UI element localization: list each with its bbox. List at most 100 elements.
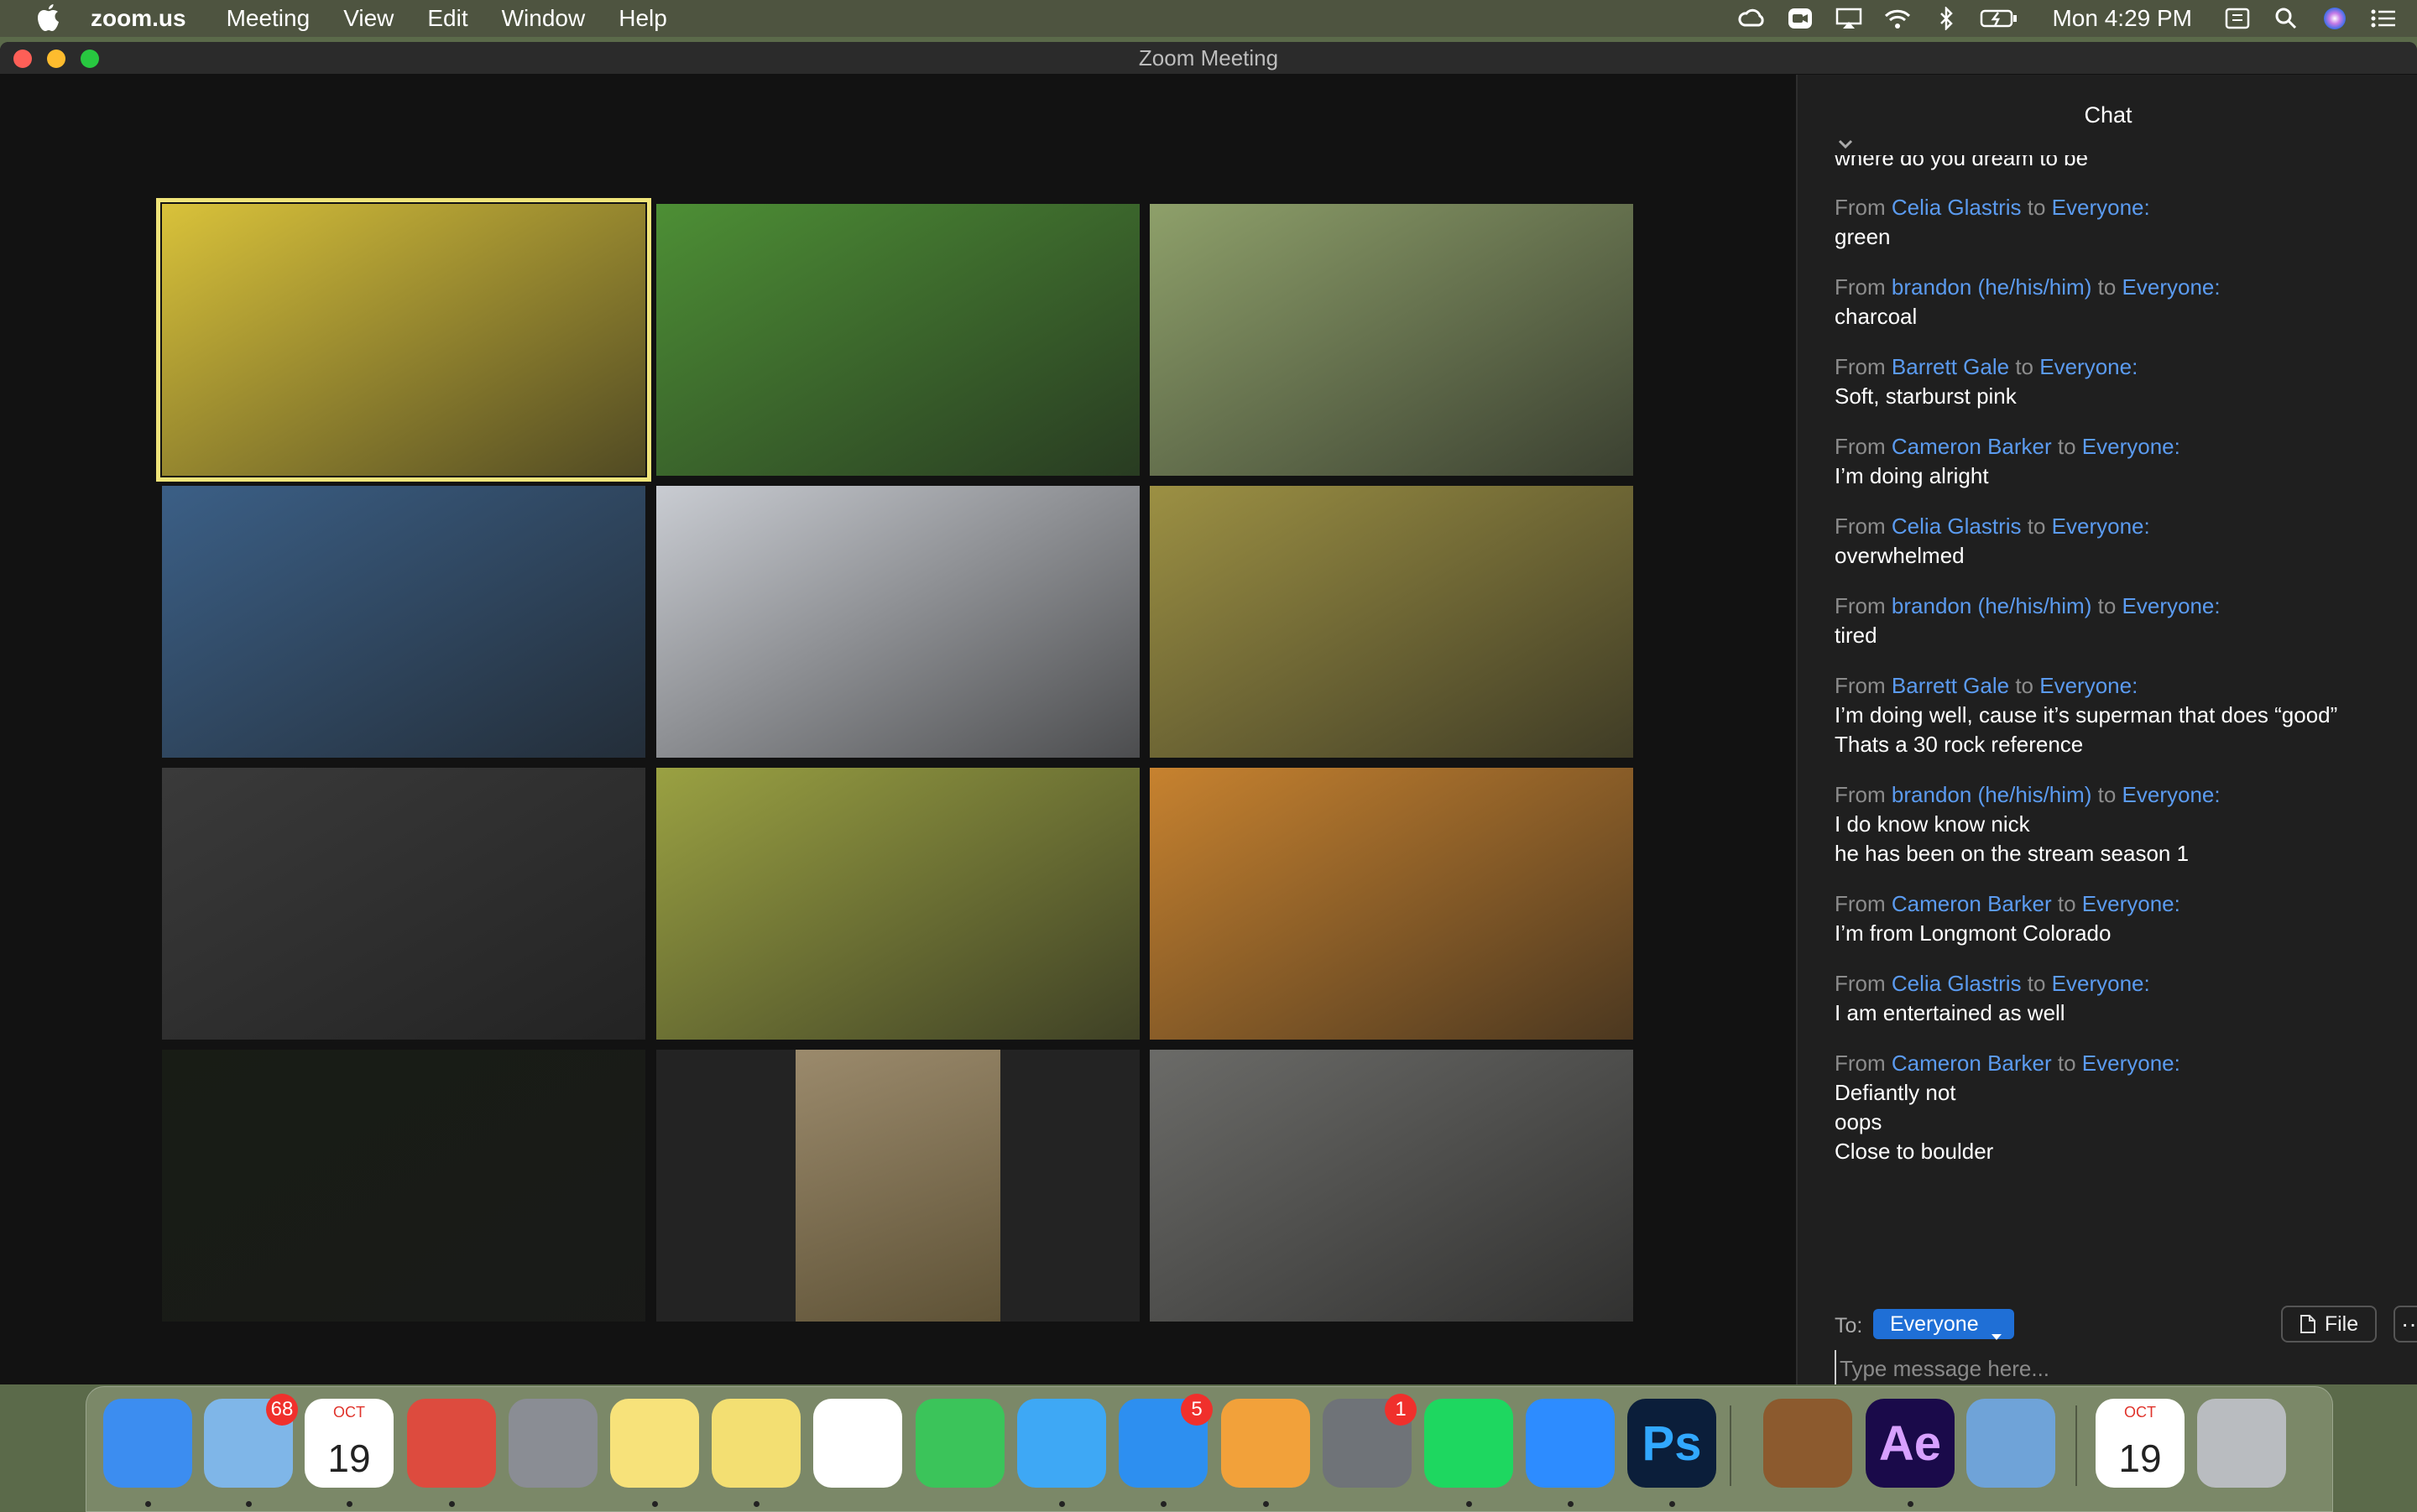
minimize-window-button[interactable] [47,50,65,68]
sender-name[interactable]: Barrett Gale [1892,673,2009,698]
preview-dock-icon[interactable] [1966,1399,2055,1488]
sender-name[interactable]: Celia Glastris [1892,514,2022,539]
sender-name[interactable]: brandon (he/his/him) [1892,274,2091,300]
chat-message: From Barrett Gale to Everyone: I’m doing … [1835,670,2405,759]
airplay-icon[interactable] [1834,6,1864,31]
chat-message-list[interactable]: where do you dream to be From Celia Glas… [1835,155,2405,1305]
message-text: Defiantly not [1835,1080,1956,1105]
from-label: From [1835,1051,1886,1076]
messages-dock-icon[interactable] [1017,1399,1106,1488]
message-text: I’m doing alright [1835,463,1989,488]
dock-icon-label: Ps [1642,1416,1702,1471]
message-header: From Cameron Barker to Everyone: [1835,889,2405,919]
system-preferences-dock-icon[interactable]: 1 [1323,1394,1417,1488]
video-tile[interactable] [162,768,645,1040]
notes-dock-icon[interactable] [610,1399,699,1488]
chat-message-input[interactable] [1835,1350,2395,1384]
photoshop-dock-icon[interactable]: Ps [1627,1399,1716,1488]
video-tile[interactable] [656,1050,1140,1322]
menubar-clock[interactable]: Mon 4:29 PM [2052,5,2192,32]
spotify-dock-icon[interactable] [1424,1399,1513,1488]
chat-message: From Barrett Gale to Everyone: Soft, star… [1835,352,2405,411]
to-word: to [2027,971,2046,996]
sender-name[interactable]: Celia Glastris [1892,971,2022,996]
chat-message: From Celia Glastris to Everyone: overwhel… [1835,511,2405,571]
zoom-dock-icon[interactable] [1526,1399,1615,1488]
video-tile[interactable] [162,486,645,758]
recipient-dropdown[interactable]: Everyone [1873,1309,2014,1340]
video-tile[interactable] [1150,1050,1633,1322]
reminders-dock-icon[interactable] [813,1399,902,1488]
calendar-doc-dock-icon[interactable]: 19 OCT [2096,1399,2185,1488]
video-tile[interactable] [1150,204,1633,476]
running-indicator [1161,1501,1167,1507]
chat-message: From Cameron Barker to Everyone: I’m from… [1835,889,2405,948]
running-indicator [1263,1501,1269,1507]
mail-dock-icon[interactable]: 68 [204,1394,298,1488]
close-window-button[interactable] [13,50,32,68]
apple-icon[interactable] [32,2,65,35]
video-tile[interactable] [656,486,1140,758]
sender-name[interactable]: brandon (he/his/him) [1892,782,2091,807]
creative-cloud-icon[interactable] [1736,6,1767,31]
facetime-dock-icon[interactable] [916,1399,1005,1488]
message-header: From Celia Glastris to Everyone: [1835,968,2405,998]
to-label: To: [1835,1314,1863,1337]
to-word: to [2097,593,2117,618]
video-tile[interactable] [162,1050,645,1322]
recipient-name: Everyone: [2081,891,2180,916]
pages-dock-icon[interactable] [1221,1399,1310,1488]
menu-help[interactable]: Help [619,5,667,32]
wifi-icon[interactable] [1882,6,1913,31]
garageband-dock-icon[interactable] [1763,1399,1852,1488]
message-text: oops [1835,1109,1882,1134]
battery-icon[interactable] [1980,6,2018,31]
chat-message: From Celia Glastris to Everyone: I am ent… [1835,968,2405,1028]
spotlight-search-icon[interactable] [2271,6,2301,31]
recipient-name: Everyone: [2051,195,2150,220]
sender-name[interactable]: Barrett Gale [1892,354,2009,379]
fullscreen-window-button[interactable] [81,50,99,68]
chat-message: From brandon (he/his/him) to Everyone: ti… [1835,591,2405,650]
menu-view[interactable]: View [343,5,394,32]
video-tile[interactable] [1150,768,1633,1040]
app-store-dock-icon[interactable]: 5 [1119,1394,1213,1488]
zoom-status-icon[interactable] [1785,6,1815,31]
video-tile[interactable] [656,768,1140,1040]
calendar-dock-icon[interactable]: 19 OCT [305,1399,394,1488]
chevron-down-icon[interactable] [1836,105,1855,149]
message-text: Thats a 30 rock reference [1835,732,2084,757]
notification-center-icon[interactable] [2368,6,2399,31]
sender-name[interactable]: Cameron Barker [1892,891,2052,916]
chrome-dock-icon[interactable] [407,1399,496,1488]
video-tile[interactable] [156,198,651,482]
finder-dock-icon[interactable] [103,1399,192,1488]
menu-edit[interactable]: Edit [427,5,467,32]
stickies-dock-icon[interactable] [712,1399,801,1488]
sender-name[interactable]: Celia Glastris [1892,195,2022,220]
dock-icon-sublabel: OCT [333,1404,365,1421]
menu-window[interactable]: Window [502,5,586,32]
trash-dock-icon[interactable] [2197,1399,2286,1488]
sender-name[interactable]: brandon (he/his/him) [1892,593,2091,618]
video-tile[interactable] [656,204,1140,476]
more-options-button[interactable]: ··· [2394,1306,2417,1343]
bluetooth-icon[interactable] [1931,6,1961,31]
running-indicator [1466,1501,1472,1507]
status-area: Mon 4:29 PM [1736,0,2417,37]
siri-icon[interactable] [2320,6,2350,31]
running-indicator [449,1501,455,1507]
video-tile[interactable] [1150,486,1633,758]
sender-name[interactable]: Cameron Barker [1892,434,2052,459]
to-word: to [2027,195,2046,220]
menu-meeting[interactable]: Meeting [227,5,311,32]
to-word: to [2057,891,2076,916]
launchpad-dock-icon[interactable] [509,1399,598,1488]
file-button[interactable]: File [2281,1306,2377,1343]
keyboard-input-icon[interactable] [2222,6,2253,31]
sender-name[interactable]: Cameron Barker [1892,1051,2052,1076]
dock-separator [2075,1405,2077,1486]
after-effects-dock-icon[interactable]: Ae [1866,1399,1955,1488]
app-menu[interactable]: zoom.us [91,5,186,32]
window-titlebar[interactable]: Zoom Meeting [0,42,2417,75]
